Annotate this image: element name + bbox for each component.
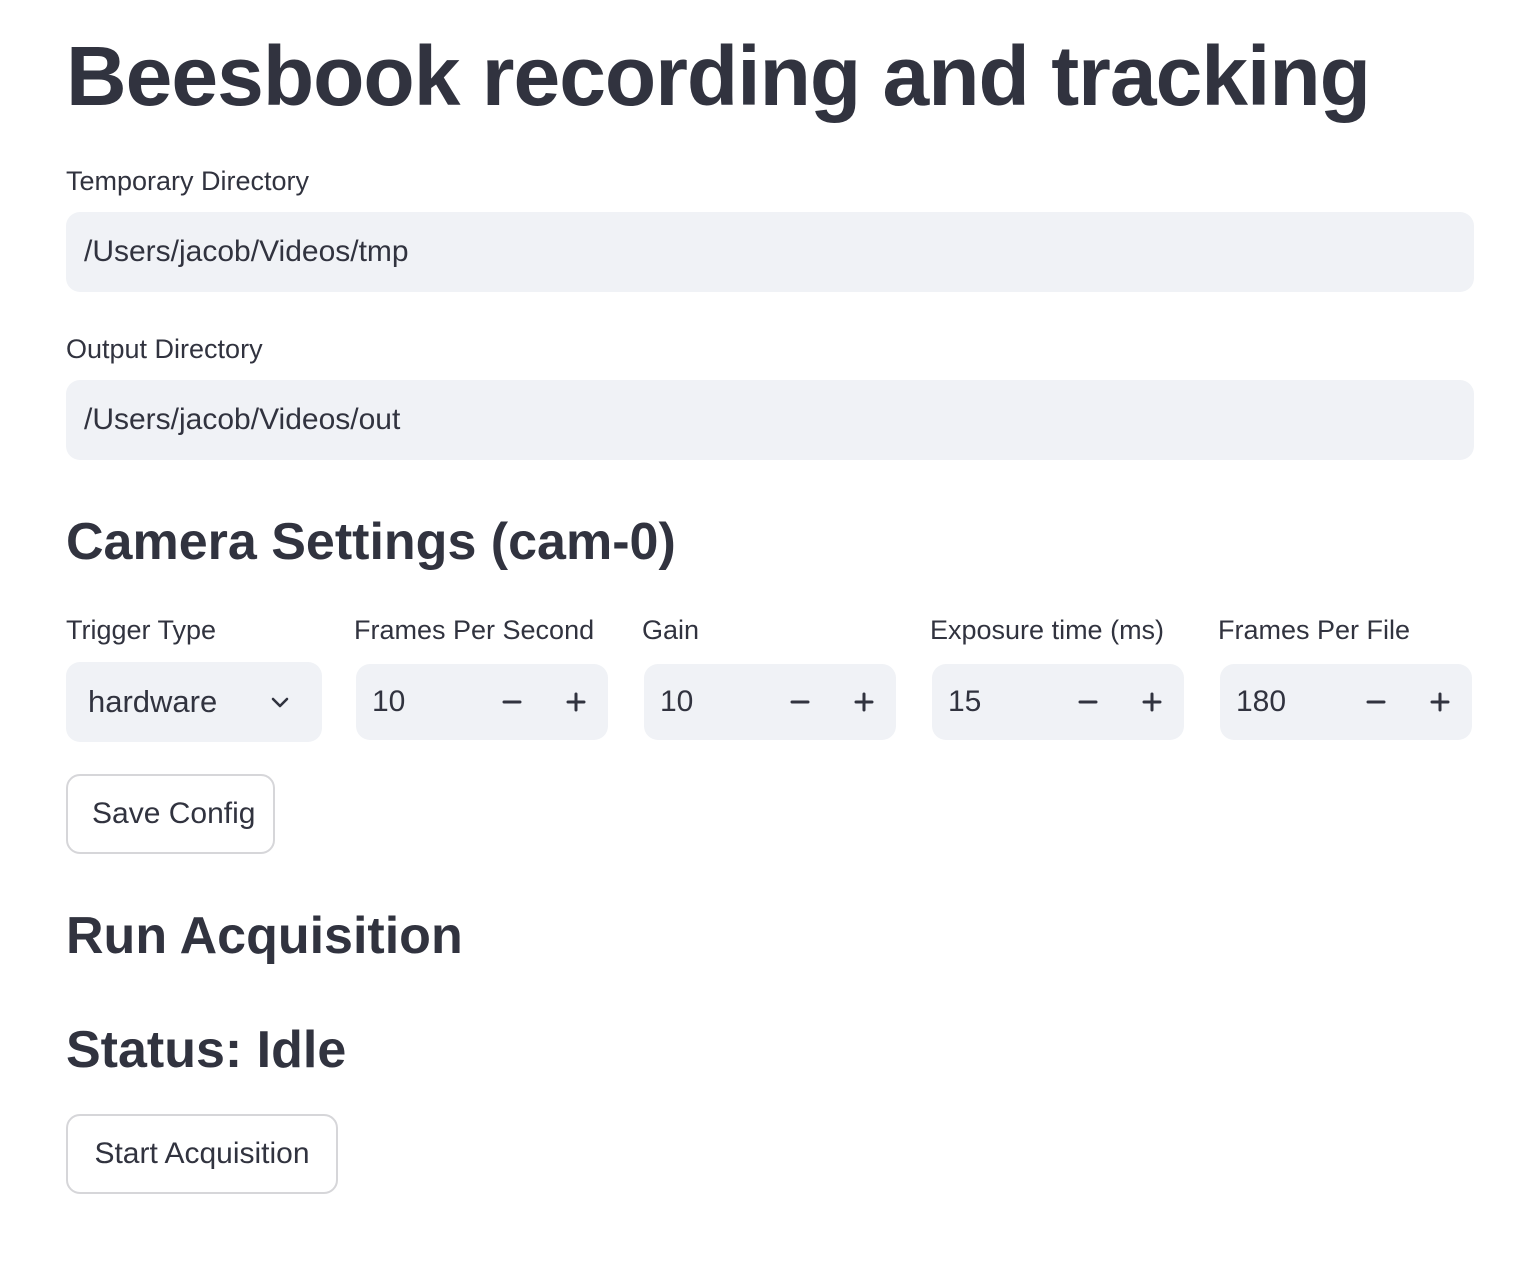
start-acquisition-button[interactable]: Start Acquisition xyxy=(66,1114,338,1194)
gain-stepper xyxy=(644,664,896,740)
minus-icon xyxy=(1366,700,1386,704)
gain-label: Gain xyxy=(642,615,700,645)
page-title: Beesbook recording and tracking xyxy=(66,29,1371,123)
frames-per-second-input[interactable] xyxy=(372,684,482,720)
gain-input[interactable] xyxy=(660,684,770,720)
plus-icon xyxy=(854,692,874,712)
gain-decrement-button[interactable] xyxy=(768,670,832,734)
output-directory-input[interactable] xyxy=(66,380,1474,460)
exposure-time-label: Exposure time (ms) xyxy=(930,615,1165,645)
frames-per-second-label: Frames Per Second xyxy=(354,615,595,645)
frames-per-file-increment-button[interactable] xyxy=(1408,670,1472,734)
minus-icon xyxy=(790,700,810,704)
exposure-time-decrement-button[interactable] xyxy=(1056,670,1120,734)
plus-icon xyxy=(1142,692,1162,712)
frames-per-file-decrement-button[interactable] xyxy=(1344,670,1408,734)
temporary-directory-label: Temporary Directory xyxy=(66,166,310,196)
exposure-time-increment-button[interactable] xyxy=(1120,670,1184,734)
gain-increment-button[interactable] xyxy=(832,670,896,734)
run-acquisition-heading: Run Acquisition xyxy=(66,907,463,965)
plus-icon xyxy=(566,692,586,712)
status-text: Status: Idle xyxy=(66,1021,347,1079)
minus-icon xyxy=(502,700,522,704)
minus-icon xyxy=(1078,700,1098,704)
exposure-time-input[interactable] xyxy=(948,684,1058,720)
plus-icon xyxy=(1430,692,1450,712)
chevron-down-icon xyxy=(268,690,292,714)
frames-per-file-stepper xyxy=(1220,664,1472,740)
frames-per-second-increment-button[interactable] xyxy=(544,670,608,734)
app-page: Beesbook recording and tracking Temporar… xyxy=(0,0,1522,1282)
trigger-type-label: Trigger Type xyxy=(66,615,217,645)
trigger-type-selected-value: hardware xyxy=(88,684,218,719)
temporary-directory-input[interactable] xyxy=(66,212,1474,292)
exposure-time-stepper xyxy=(932,664,1184,740)
frames-per-file-label: Frames Per File xyxy=(1218,615,1411,645)
output-directory-label: Output Directory xyxy=(66,334,263,364)
save-config-button[interactable]: Save Config xyxy=(66,774,275,854)
frames-per-second-stepper xyxy=(356,664,608,740)
trigger-type-select[interactable]: hardware xyxy=(66,662,322,742)
camera-settings-heading: Camera Settings (cam-0) xyxy=(66,513,676,571)
frames-per-file-input[interactable] xyxy=(1236,684,1346,720)
frames-per-second-decrement-button[interactable] xyxy=(480,670,544,734)
